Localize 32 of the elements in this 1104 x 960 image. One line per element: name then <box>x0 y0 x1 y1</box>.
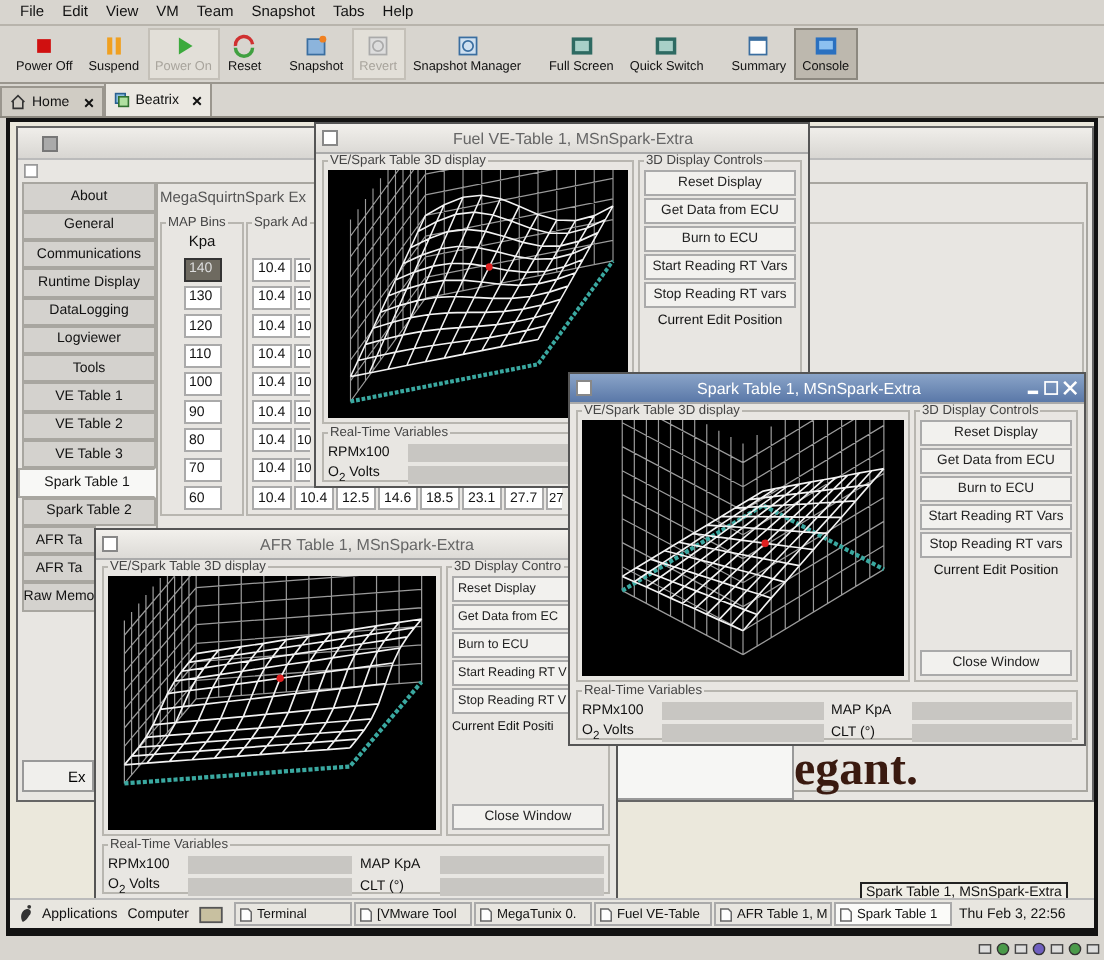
window-title: Fuel VE-Table 1, MSnSpark-Extra <box>450 129 696 148</box>
document-icon <box>720 907 733 922</box>
desktop-icon[interactable] <box>198 905 225 924</box>
close-icon[interactable] <box>192 95 203 106</box>
screen-icon <box>654 34 679 59</box>
house-icon <box>10 94 26 111</box>
clock-icon <box>455 34 479 59</box>
document-icon <box>840 907 853 922</box>
close-icon[interactable] <box>83 97 94 108</box>
document-icon <box>240 907 253 922</box>
document-icon <box>600 907 613 922</box>
window-title: Spark Table 1, MSnSpark-Extra <box>695 379 923 398</box>
document-icon <box>360 907 373 922</box>
window-controls-icon[interactable] <box>1026 380 1078 397</box>
detach-icon <box>24 164 38 179</box>
window-icon <box>102 536 118 553</box>
monitor-icon <box>813 34 838 59</box>
stop-icon <box>32 34 57 59</box>
screen-icon <box>569 34 594 59</box>
vm-icon <box>113 92 130 109</box>
window-icon <box>576 380 592 397</box>
document-icon <box>746 34 771 59</box>
foot-icon[interactable] <box>18 904 34 925</box>
pause-icon <box>101 34 126 59</box>
clock-icon <box>366 34 391 59</box>
window-icon <box>322 130 338 147</box>
window-icon <box>42 135 58 152</box>
reset-icon <box>232 34 257 59</box>
window-title: AFR Table 1, MSnSpark-Extra <box>257 535 476 554</box>
camera-icon <box>304 34 329 59</box>
backdrop-text: egant. <box>794 746 918 795</box>
document-icon <box>480 907 493 922</box>
